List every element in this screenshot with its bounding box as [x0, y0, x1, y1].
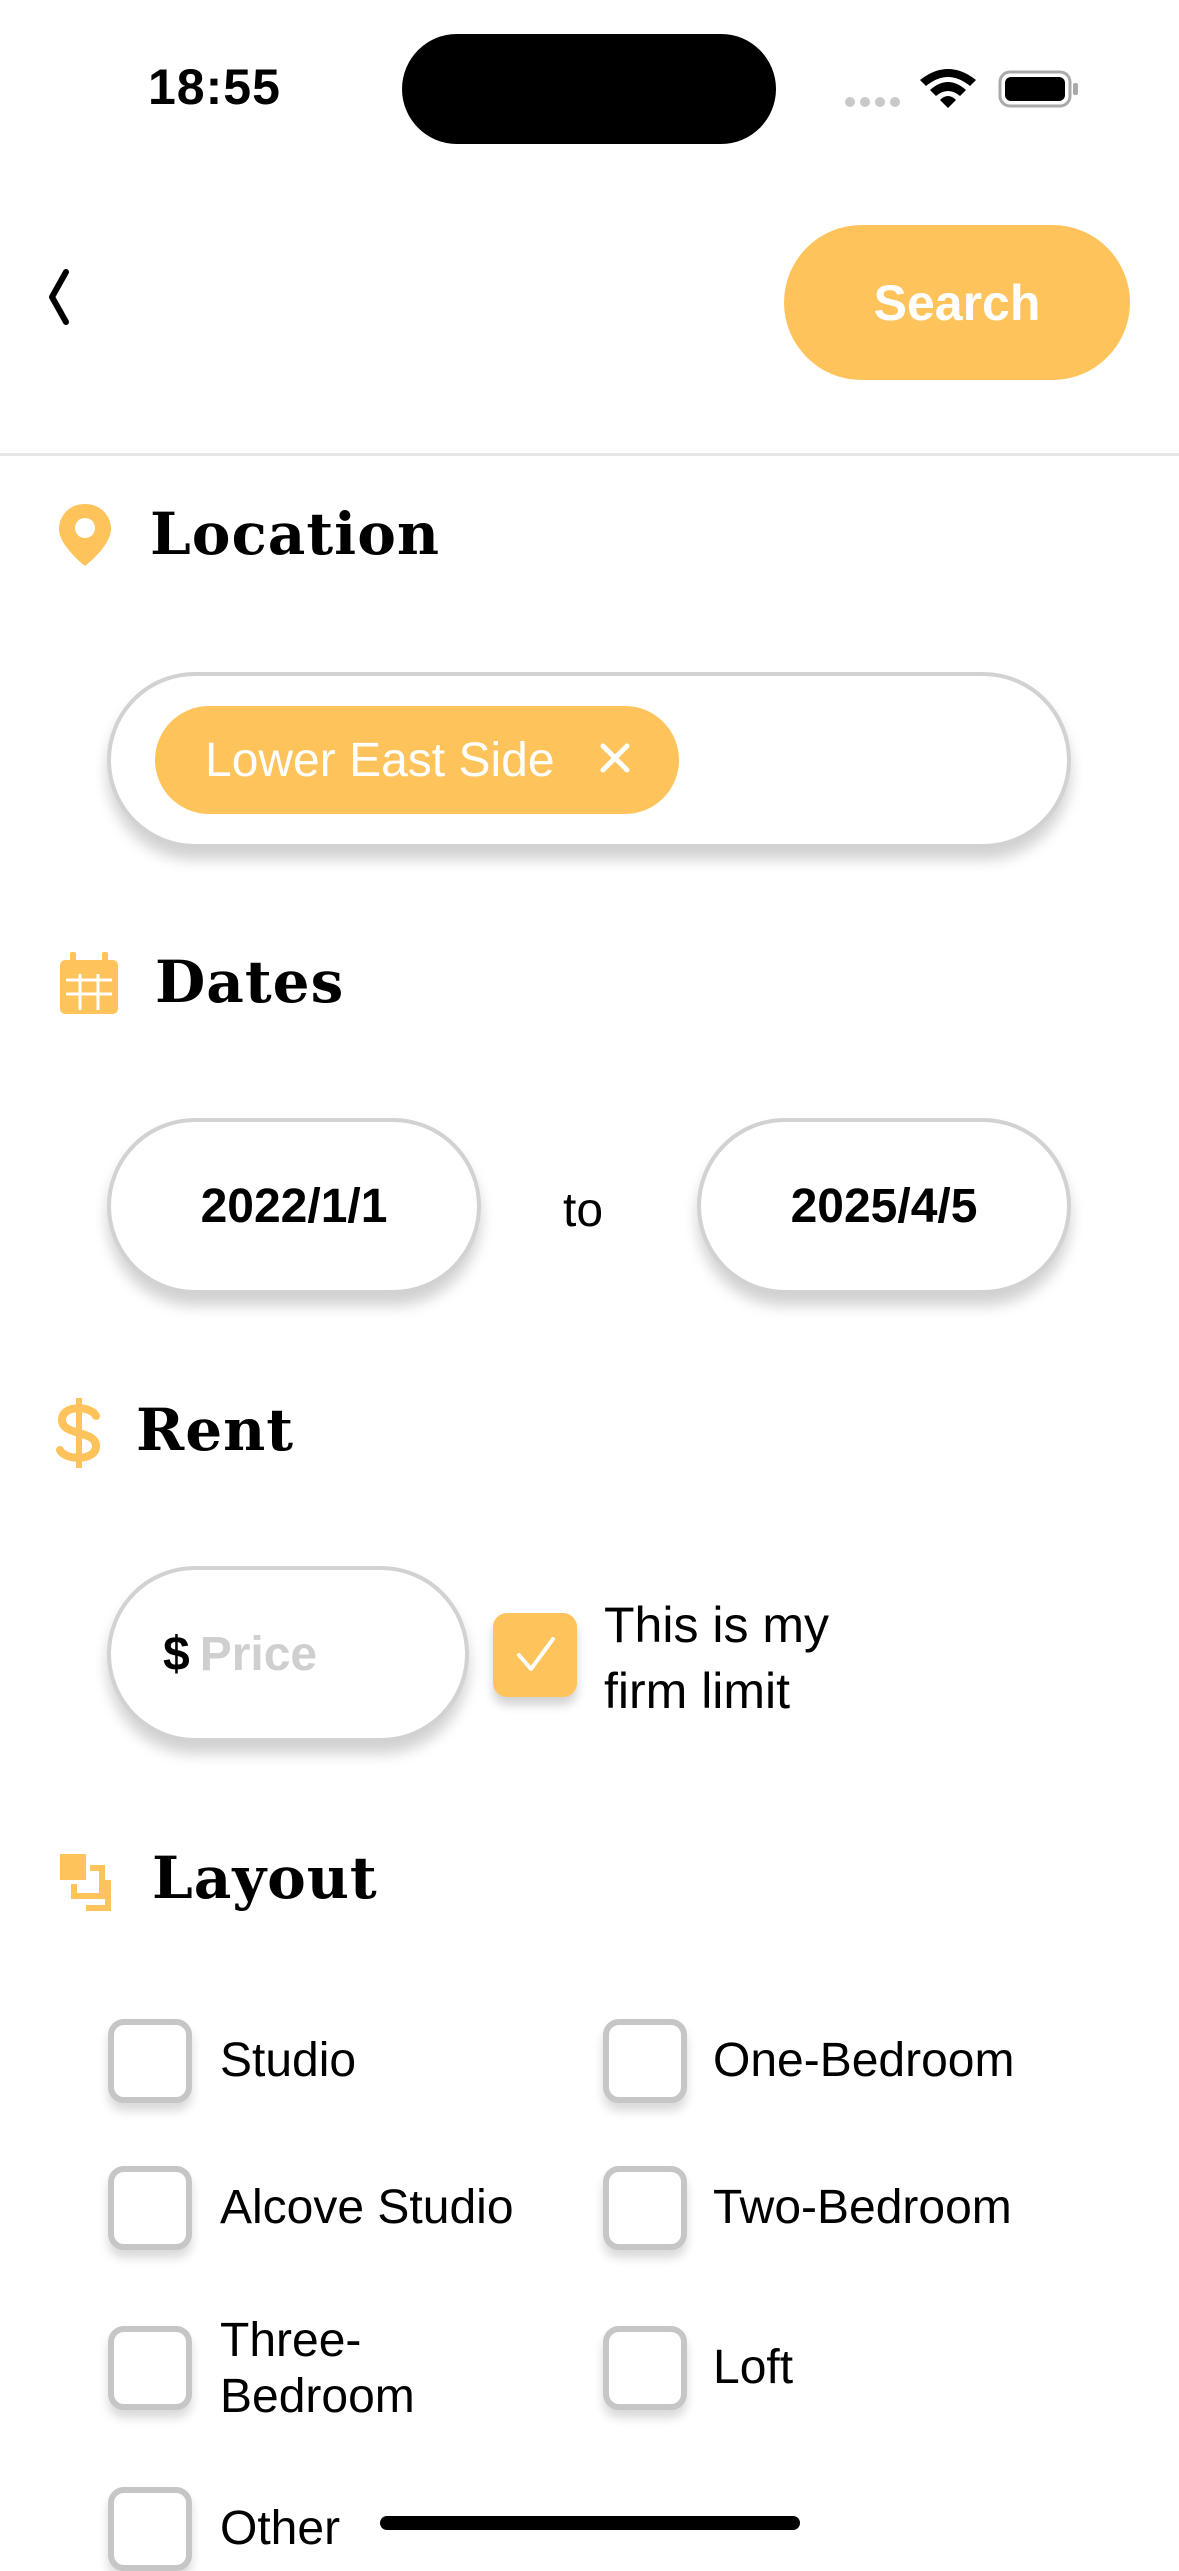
firm-limit-label: This is my firm limit [604, 1597, 829, 1719]
layout-title: Layout [152, 1844, 378, 1912]
layers-icon [60, 1854, 111, 1911]
search-button[interactable]: Search [784, 225, 1130, 380]
header-divider [0, 453, 1179, 456]
date-separator: to [563, 1184, 604, 1237]
cellular-signal-icon [845, 94, 905, 107]
currency-symbol: $ [163, 1627, 190, 1681]
start-date-field[interactable]: 2022/1/1 [107, 1118, 481, 1294]
location-chip-label: Lower East Side [205, 733, 555, 787]
one-bedroom-checkbox[interactable] [603, 2019, 687, 2103]
two-bedroom-checkbox[interactable] [603, 2166, 687, 2250]
other-checkbox[interactable] [108, 2487, 192, 2571]
wifi-icon [920, 69, 976, 108]
calendar-icon [60, 952, 118, 1014]
loft-checkbox[interactable] [603, 2326, 687, 2410]
price-input[interactable]: $ Price [107, 1566, 469, 1742]
two-bedroom-label: Two-Bedroom [713, 2181, 1012, 2234]
three-bedroom-label: Three-Bedroom [220, 2314, 415, 2423]
chevron-left-icon[interactable] [44, 262, 74, 332]
checkmark-icon [517, 1637, 555, 1671]
map-pin-icon [59, 504, 111, 566]
rent-title: Rent [136, 1396, 295, 1464]
dollar-icon [56, 1398, 101, 1468]
location-chip[interactable]: Lower East Side [155, 706, 679, 814]
battery-icon [998, 70, 1078, 108]
loft-label: Loft [713, 2341, 794, 2394]
studio-checkbox[interactable] [108, 2019, 192, 2103]
alcove-studio-checkbox[interactable] [108, 2166, 192, 2250]
firm-limit-checkbox[interactable] [493, 1613, 577, 1697]
one-bedroom-label: One-Bedroom [713, 2034, 1015, 2087]
end-date-field[interactable]: 2025/4/5 [697, 1118, 1071, 1294]
price-placeholder: Price [199, 1627, 318, 1681]
dates-title: Dates [155, 948, 345, 1016]
status-time: 18:55 [148, 59, 281, 115]
alcove-studio-label: Alcove Studio [220, 2181, 514, 2234]
dynamic-island [402, 34, 776, 144]
location-title: Location [150, 500, 441, 568]
three-bedroom-checkbox[interactable] [108, 2326, 192, 2410]
studio-label: Studio [220, 2034, 357, 2087]
close-icon[interactable] [593, 736, 637, 780]
other-label: Other [220, 2502, 341, 2555]
home-indicator [380, 2516, 800, 2530]
